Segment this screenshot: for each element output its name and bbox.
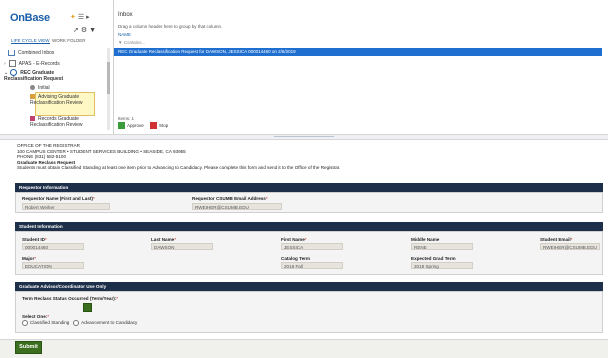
tree-item-label: Combined Inbox <box>18 50 55 57</box>
tree-item-rec-graduate[interactable]: ⌄ REC Graduate Reclassification Request <box>4 69 92 82</box>
grad-term-label: Expected Grad Term <box>411 256 456 261</box>
tree-item-initial[interactable]: Initial <box>30 85 50 91</box>
queue-flag-icon <box>30 94 35 100</box>
catalog-term-field[interactable]: 2018 Fall <box>281 262 343 269</box>
form-footer <box>0 339 608 358</box>
registrar-header: OFFICE OF THE REGISTRAR 100 CAMPUS CENTE… <box>17 143 340 171</box>
middle-name-label: Middle Name <box>411 237 440 242</box>
filter-icon: ▼ <box>118 40 123 45</box>
submit-button[interactable]: Submit <box>15 341 42 354</box>
tree-item-label: Records Graduate Reclassification Review <box>30 116 83 128</box>
lifecycle-icon <box>10 69 18 76</box>
tree-item-apas[interactable]: › APAS - E-Records <box>4 60 60 67</box>
tab-lifecycle-view[interactable]: LIFE CYCLE VIEW <box>11 38 50 44</box>
middle-name-field[interactable]: RENE <box>411 243 473 250</box>
radio-advancement-label: Advancement to Candidacy <box>81 320 138 326</box>
catalog-term-label: Catalog Term <box>281 256 311 261</box>
tree-item-advising-review[interactable]: Advising Graduate Reclassification Revie… <box>30 94 90 106</box>
first-name-field[interactable]: JESSICA <box>281 243 343 250</box>
stop-icon <box>150 122 157 130</box>
tree-scrollbar[interactable] <box>107 48 110 130</box>
workflow-icon <box>8 60 16 67</box>
scroll-thumb[interactable] <box>107 62 110 94</box>
stop-label: Stop <box>159 123 169 128</box>
tree-item-label: APAS - E-Records <box>18 60 60 67</box>
stop-button[interactable]: Stop <box>150 122 168 130</box>
student-id-field[interactable]: 000014460 <box>22 243 84 250</box>
approve-icon <box>118 122 125 130</box>
radio-advancement[interactable]: Advancement to Candidacy <box>73 320 138 326</box>
section-student: Student Information <box>15 222 603 231</box>
tree-item-label: Initial <box>38 85 50 91</box>
major-label: Major* <box>22 256 37 261</box>
radio-circle-icon <box>22 320 28 326</box>
onbase-logo: OnBase <box>10 12 50 24</box>
calendar-icon[interactable] <box>83 303 92 312</box>
student-email-field[interactable]: RWEIHER@CSUMB.EDU <box>540 243 600 250</box>
folder-star-icon[interactable]: ✦ <box>70 14 76 21</box>
items-count: Items: 1 <box>118 116 135 121</box>
pane-splitter[interactable] <box>0 134 608 140</box>
gear-icon[interactable]: ⚙ <box>81 27 87 34</box>
select-one-label: Select One:* <box>22 314 50 319</box>
toolbar-icons: ✦ ☰ ▸ <box>70 13 90 21</box>
view-tabs: LIFE CYCLE VIEW WORK FOLDER <box>11 38 86 44</box>
section-requestor: Requestor Information <box>15 183 603 192</box>
inbox-icon <box>8 50 15 56</box>
term-reclass-label: Term Reclass Status Occurred (Term/Year)… <box>22 296 119 301</box>
first-name-label: First Name* <box>281 237 307 242</box>
section-advisor: Graduate Advisor/Coordinator Use Only <box>15 282 603 291</box>
radio-classified-label: Classified Standing <box>30 320 70 326</box>
approve-label: Approve <box>127 123 144 128</box>
inbox-title: Inbox <box>118 12 133 18</box>
radio-circle-icon <box>73 320 80 326</box>
tree-toolbar: ➚ ⚙ ▼ <box>73 26 96 34</box>
reclass-options: Classified Standing Advancement to Candi… <box>22 320 137 326</box>
filter-icon[interactable]: ▼ <box>89 27 96 34</box>
tree-item-combined-inbox[interactable]: Combined Inbox <box>8 50 54 56</box>
requestor-name-label: Requestor Name (First and Last)* <box>22 196 95 201</box>
filter-placeholder: Contains... <box>123 40 146 45</box>
inbox-row-selected[interactable]: REC Graduate Reclassification Request fo… <box>114 48 602 56</box>
list-icon[interactable]: ☰ <box>78 14 84 21</box>
major-field[interactable]: EDUCATION <box>22 262 84 269</box>
approve-button[interactable]: Approve <box>118 122 144 130</box>
grad-term-field[interactable]: 2019 Spring <box>411 262 473 269</box>
expand-icon[interactable]: ▸ <box>86 14 90 21</box>
tree-item-label: Advising Graduate Reclassification Revie… <box>30 94 83 106</box>
filter-input[interactable]: ▼ Contains... <box>118 40 145 45</box>
queue-icon <box>30 85 35 91</box>
requestor-email-field[interactable]: RWEIHER@CSUMB.EDU <box>192 203 282 210</box>
student-email-label: Student Email* <box>540 237 573 242</box>
radio-classified[interactable]: Classified Standing <box>22 320 70 326</box>
column-header-name[interactable]: NAME <box>118 32 131 37</box>
group-by-hint: Drag a column header here to group by th… <box>118 24 223 29</box>
requestor-name-field[interactable]: Robert Weiher <box>22 203 110 210</box>
inbox-pane <box>114 0 606 134</box>
queue-flag-icon <box>30 116 35 122</box>
student-id-label: Student ID* <box>22 237 47 242</box>
last-name-field[interactable]: DAWSON <box>151 243 213 250</box>
tab-work-folder[interactable]: WORK FOLDER <box>52 38 86 43</box>
pin-icon[interactable]: ➚ <box>73 27 79 34</box>
tree-item-records-review[interactable]: Records Graduate Reclassification Review <box>30 116 90 128</box>
last-name-label: Last Name* <box>151 237 177 242</box>
requestor-email-label: Requestor CSUMB Email Address* <box>192 196 268 201</box>
chevron-down-icon[interactable]: ⌄ <box>4 70 8 76</box>
chevron-right-icon[interactable]: › <box>4 61 6 67</box>
form-instructions: Students must obtain Classified Standing… <box>17 165 341 171</box>
